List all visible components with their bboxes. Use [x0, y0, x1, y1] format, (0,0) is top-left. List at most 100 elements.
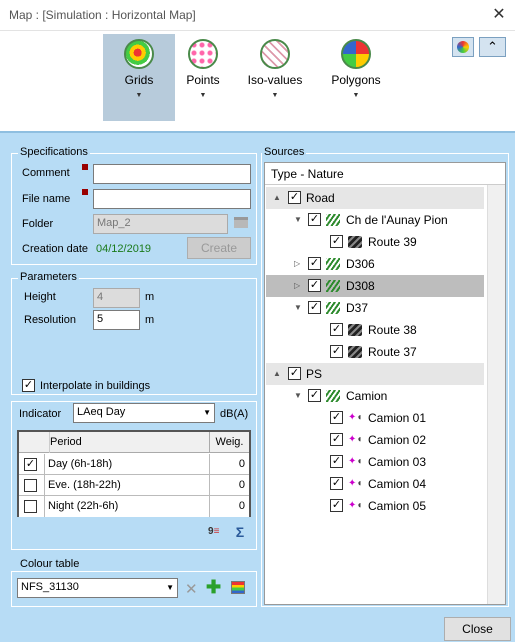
tree-item-label: Route 39	[368, 235, 417, 249]
tree-item-checkbox[interactable]: ✓	[308, 257, 321, 270]
table-row[interactable]: ✓ Day (6h-18h) 0	[19, 454, 249, 475]
tree-item[interactable]: ▷ ✓ D306	[266, 253, 484, 275]
resolution-field[interactable]: 5	[93, 310, 140, 330]
required-marker	[82, 164, 88, 170]
colour-editor-icon[interactable]	[231, 581, 245, 594]
height-unit: m	[145, 291, 155, 303]
folder-icon[interactable]	[234, 217, 248, 228]
period-weight[interactable]: 0	[209, 454, 249, 475]
points-icon	[188, 39, 218, 69]
table-row[interactable]: Eve. (18h-22h) 0	[19, 475, 249, 496]
tree-item-checkbox[interactable]: ✓	[330, 455, 343, 468]
collapse-icon[interactable]: ▼	[294, 297, 302, 319]
tree-item[interactable]: ✓ ✦◖ Camion 04	[266, 473, 484, 495]
points-ribbon-button[interactable]: Points ▼	[167, 34, 239, 121]
tree-item-label: Camion 02	[368, 433, 427, 447]
tree-item[interactable]: ▷ ✓ D308	[266, 275, 484, 297]
tree-item-label: Route 38	[368, 323, 417, 337]
tree-item[interactable]: ✓ Route 39	[266, 231, 484, 253]
main-panel: Specifications Comment File name Folder …	[0, 133, 515, 642]
tree-item-checkbox[interactable]: ✓	[330, 345, 343, 358]
tree-item[interactable]: ▲ ✓ PS	[266, 363, 484, 385]
tree-item[interactable]: ▼ ✓ D37	[266, 297, 484, 319]
road-icon	[326, 280, 340, 292]
tree-item[interactable]: ✓ ✦◖ Camion 05	[266, 495, 484, 517]
rail-icon	[348, 346, 362, 358]
period-day-checkbox[interactable]: ✓	[24, 458, 37, 471]
tree-item[interactable]: ✓ Route 37	[266, 341, 484, 363]
tree-item-checkbox[interactable]: ✓	[288, 367, 301, 380]
polygons-ribbon-button[interactable]: Polygons ▼	[320, 34, 392, 121]
specifications-group-title: Specifications	[18, 146, 90, 158]
road-icon	[326, 258, 340, 270]
tree-item-checkbox[interactable]: ✓	[330, 499, 343, 512]
tree-item-checkbox[interactable]: ✓	[330, 477, 343, 490]
collapse-icon[interactable]: ▼	[294, 385, 302, 407]
sum-icon[interactable]: Σ	[232, 524, 248, 540]
scrollbar[interactable]	[487, 185, 505, 604]
indicator-unit: dB(A)	[220, 408, 249, 420]
colour-palette-icon[interactable]	[452, 37, 474, 57]
chevron-down-icon: ▼	[271, 92, 279, 99]
tree-header: Type - Nature	[265, 163, 505, 185]
tree-item-checkbox[interactable]: ✓	[330, 323, 343, 336]
collapse-ribbon-icon[interactable]: ⌃	[479, 37, 506, 57]
close-button[interactable]: Close	[444, 617, 511, 641]
add-icon[interactable]: ✚	[206, 577, 221, 598]
tree-item-label: Camion	[346, 389, 388, 403]
expand-icon[interactable]: ▷	[294, 253, 300, 275]
tree-item-checkbox[interactable]: ✓	[308, 213, 321, 226]
close-icon[interactable]: ✕	[489, 4, 509, 26]
colour-table-value: NFS_31130	[21, 581, 79, 593]
tree-item[interactable]: ▲ ✓ Road	[266, 187, 484, 209]
period-header: Period	[49, 432, 209, 453]
collapse-icon[interactable]: ▲	[273, 187, 281, 209]
tree-item-checkbox[interactable]: ✓	[330, 433, 343, 446]
comment-field[interactable]	[93, 164, 251, 184]
colour-table-select[interactable]: NFS_31130 ▼	[17, 578, 178, 598]
period-weight[interactable]: 0	[209, 496, 249, 517]
period-settings-icon[interactable]: 9≡	[208, 526, 224, 540]
tree-item-checkbox[interactable]: ✓	[308, 301, 321, 314]
tree-item-label: Route 37	[368, 345, 417, 359]
points-label: Points	[186, 73, 220, 87]
indicator-select[interactable]: LAeq Day ▼	[73, 403, 215, 423]
tree-item[interactable]: ✓ Route 38	[266, 319, 484, 341]
grids-icon	[124, 39, 154, 69]
tree-item-checkbox[interactable]: ✓	[330, 411, 343, 424]
point-source-icon: ✦◖	[348, 478, 363, 489]
sources-group-title: Sources	[262, 146, 307, 158]
period-eve-checkbox[interactable]	[24, 479, 37, 492]
indicator-label: Indicator	[19, 408, 62, 420]
collapse-icon[interactable]: ▼	[294, 209, 302, 231]
chevron-down-icon: ▼	[203, 408, 211, 417]
creation-date-value: 04/12/2019	[96, 243, 152, 255]
grids-ribbon-button[interactable]: Grids ▼	[103, 34, 175, 121]
point-source-icon: ✦◖	[348, 412, 363, 423]
tree-item[interactable]: ✓ ✦◖ Camion 03	[266, 451, 484, 473]
tree-item-checkbox[interactable]: ✓	[308, 389, 321, 402]
tree-item[interactable]: ▼ ✓ Ch de l'Aunay Pion	[266, 209, 484, 231]
table-row[interactable]: Night (22h-6h) 0	[19, 496, 249, 517]
tree-item-checkbox[interactable]: ✓	[288, 191, 301, 204]
period-weight[interactable]: 0	[209, 475, 249, 496]
tree-item-checkbox[interactable]: ✓	[330, 235, 343, 248]
interpolate-checkbox[interactable]: ✓	[22, 379, 35, 392]
sources-tree: Type - Nature ▲ ✓ Road ▼ ✓ Ch de l'Aunay Pion…	[264, 162, 506, 605]
file-name-field[interactable]	[93, 189, 251, 209]
expand-icon[interactable]: ▷	[294, 275, 300, 297]
interpolate-label: Interpolate in buildings	[40, 380, 151, 392]
creation-date-label: Creation date	[22, 243, 89, 255]
resolution-unit: m	[145, 314, 155, 326]
period-night-checkbox[interactable]	[24, 500, 37, 513]
tree-item[interactable]: ✓ ✦◖ Camion 01	[266, 407, 484, 429]
point-source-icon: ✦◖	[348, 456, 363, 467]
tree-item-checkbox[interactable]: ✓	[308, 279, 321, 292]
iso-values-icon	[260, 39, 290, 69]
tree-item[interactable]: ✓ ✦◖ Camion 02	[266, 429, 484, 451]
tree-item[interactable]: ▼ ✓ Camion	[266, 385, 484, 407]
create-button: Create	[187, 237, 251, 259]
iso-values-ribbon-button[interactable]: Iso-values ▼	[239, 34, 311, 121]
delete-icon[interactable]: ✕	[185, 580, 198, 598]
collapse-icon[interactable]: ▲	[273, 363, 281, 385]
